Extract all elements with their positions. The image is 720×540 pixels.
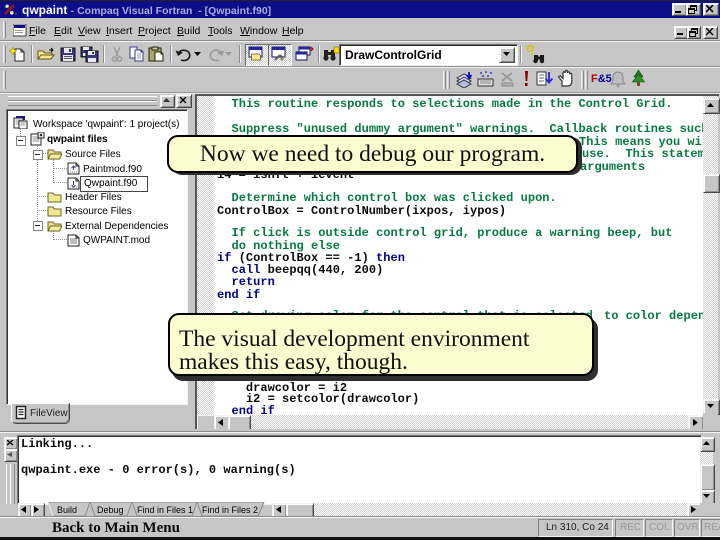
svg-text:Find in Files 2: Find in Files 2	[202, 505, 258, 515]
svg-text:Build: Build	[57, 505, 77, 515]
svg-text:Debug: Debug	[97, 505, 124, 515]
svg-text:Find in Files 1: Find in Files 1	[137, 505, 193, 515]
